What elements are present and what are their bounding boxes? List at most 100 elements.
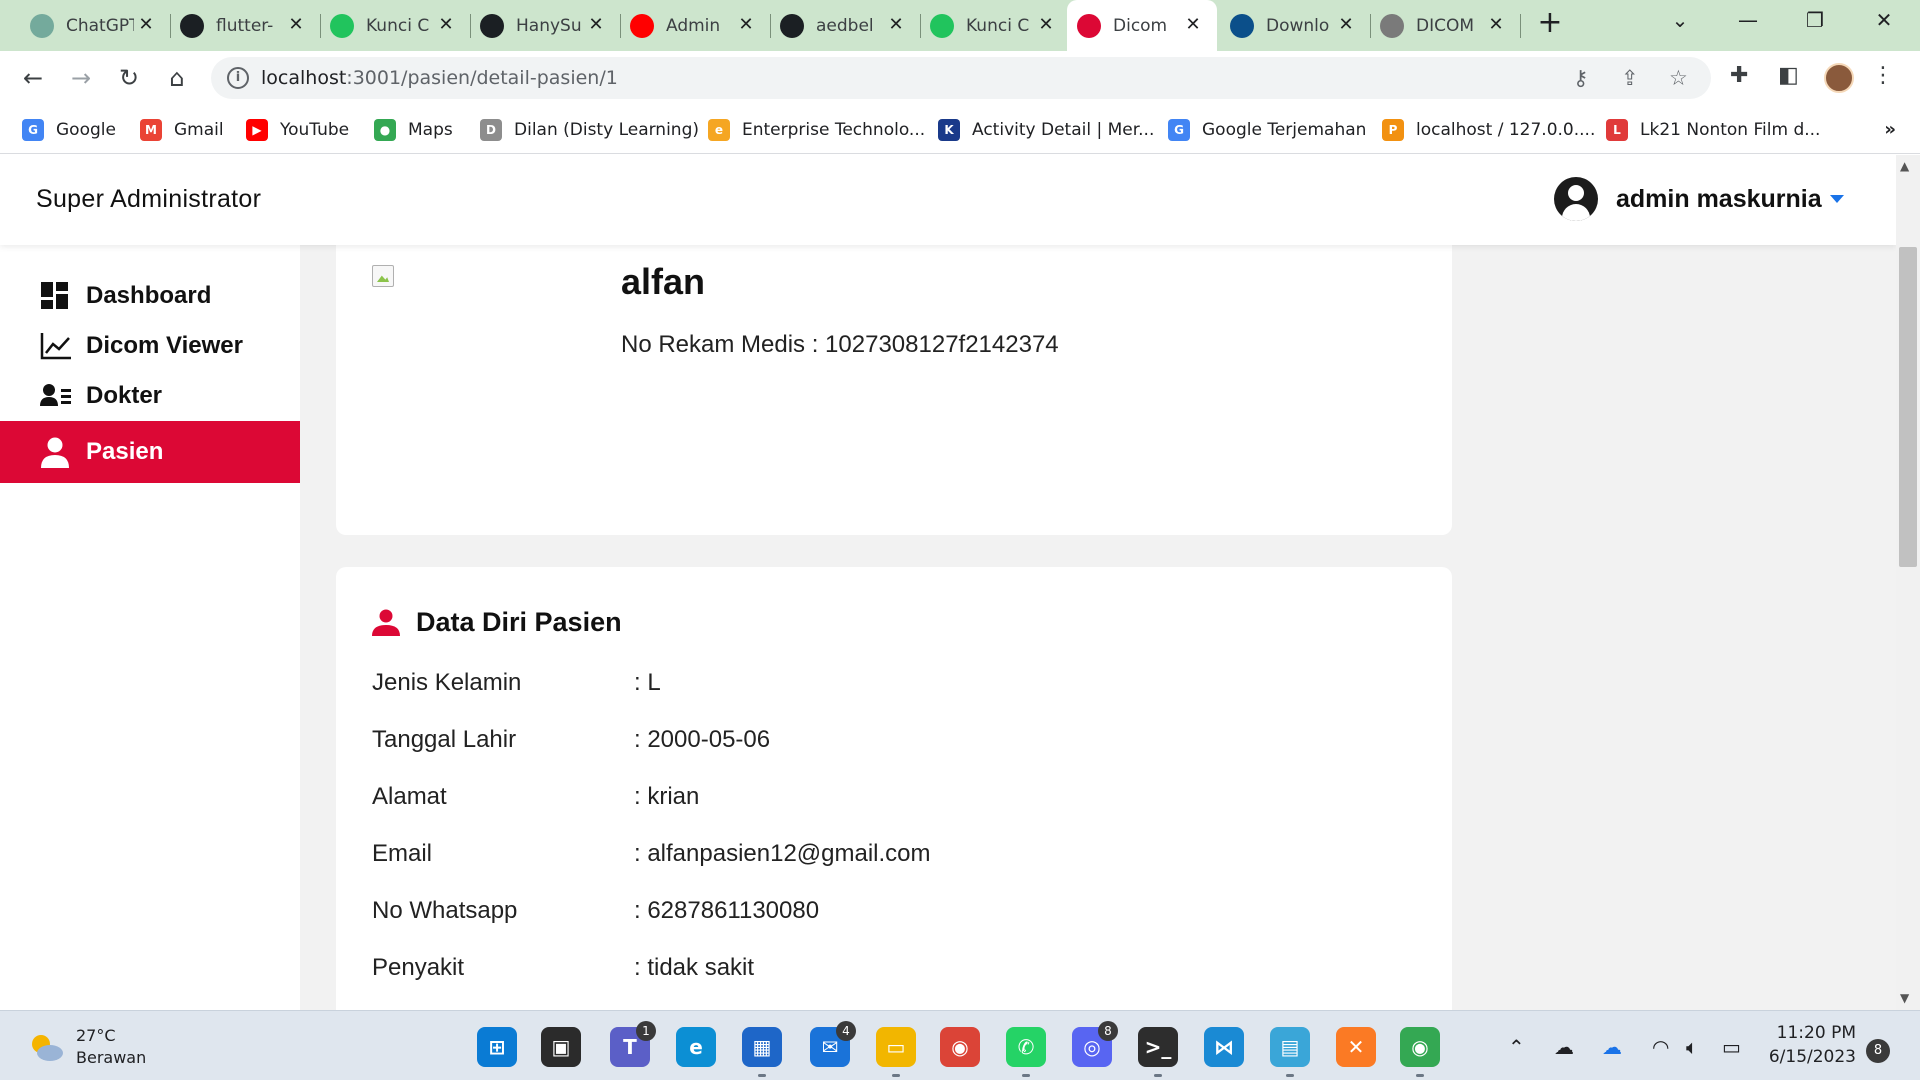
remote-desktop-app[interactable]: ▤ — [1270, 1027, 1310, 1077]
system-clock[interactable]: 11:20 PM 6/15/2023 — [1764, 1021, 1856, 1069]
browser-tab[interactable]: DICOM ✕ — [1370, 0, 1521, 51]
xampp-app[interactable]: ✕ — [1336, 1027, 1376, 1067]
user-menu[interactable]: admin maskurnia — [1554, 177, 1844, 221]
reload-icon[interactable]: ↻ — [112, 61, 146, 95]
lk21-icon: L — [1606, 119, 1628, 141]
close-tab-icon[interactable]: ✕ — [436, 14, 456, 35]
running-indicator — [1022, 1074, 1030, 1077]
page-scrollbar[interactable]: ▲ ▼ — [1896, 155, 1920, 1010]
profile-avatar[interactable] — [1824, 63, 1854, 93]
share-icon[interactable]: ⇪ — [1621, 66, 1639, 90]
bookmark-item[interactable]: D Dilan (Disty Learning) — [480, 117, 699, 143]
password-key-icon[interactable]: ⚷ — [1573, 66, 1588, 90]
mail-app[interactable]: ✉ 4 — [810, 1021, 856, 1067]
bookmark-item[interactable]: G Google — [22, 117, 116, 143]
file-explorer-app[interactable]: ▭ — [876, 1027, 916, 1077]
side-panel-icon[interactable]: ◧ — [1778, 63, 1799, 88]
bookmark-star-icon[interactable]: ☆ — [1669, 66, 1688, 90]
browser-tab[interactable]: Downlo ✕ — [1220, 0, 1371, 51]
vscode-app[interactable]: ⋈ — [1204, 1027, 1244, 1067]
bookmarks-more-button[interactable]: » — [1884, 119, 1896, 140]
bookmark-label: YouTube — [280, 120, 350, 140]
wifi-icon[interactable]: ◠ — [1652, 1035, 1669, 1059]
battery-icon[interactable]: ▭ — [1722, 1035, 1741, 1059]
weather-widget[interactable]: 27°C Berawan — [28, 1025, 146, 1069]
close-window-button[interactable]: ✕ — [1866, 8, 1902, 38]
browser-tab[interactable]: flutter- ✕ — [170, 0, 321, 51]
edge-app[interactable]: e — [676, 1027, 716, 1067]
browser-tab[interactable]: Dicom ✕ — [1067, 0, 1217, 51]
browser-tab[interactable]: Admin ✕ — [620, 0, 771, 51]
restore-button[interactable]: ❐ — [1797, 8, 1833, 38]
discord-app[interactable]: ◎ 8 — [1072, 1021, 1118, 1067]
close-tab-icon[interactable]: ✕ — [1486, 14, 1506, 35]
bookmark-label: Enterprise Technolo... — [742, 120, 926, 140]
minimize-button[interactable]: — — [1730, 8, 1766, 38]
tab-title: Kunci C — [966, 15, 1030, 36]
teams-app-icon: T — [623, 1035, 637, 1059]
patient-data-card: Data Diri Pasien Jenis Kelamin: L Tanggal… — [336, 567, 1452, 1010]
scrollbar-thumb[interactable] — [1899, 247, 1917, 567]
sidebar-item-label: Dicom Viewer — [86, 332, 243, 359]
bookmark-item[interactable]: K Activity Detail | Mer... — [938, 117, 1154, 143]
browser-tab[interactable]: HanySu ✕ — [470, 0, 621, 51]
scroll-down-arrow-icon[interactable]: ▼ — [1900, 991, 1909, 1005]
onedrive-icon[interactable]: ☁ — [1602, 1035, 1622, 1059]
home-icon[interactable]: ⌂ — [160, 61, 194, 95]
bookmark-item[interactable]: M Gmail — [140, 117, 224, 143]
scroll-up-arrow-icon[interactable]: ▲ — [1900, 159, 1909, 173]
browser-tab[interactable]: ChatGPT ✕ — [20, 0, 171, 51]
notification-badge[interactable]: 8 — [1866, 1039, 1890, 1063]
forward-arrow-icon[interactable]: → — [64, 61, 98, 95]
teams-app[interactable]: T1 — [610, 1021, 656, 1067]
chrome-menu-icon[interactable]: ⋮ — [1872, 63, 1894, 88]
store-app[interactable]: ▦ — [742, 1027, 782, 1077]
site-info-icon[interactable]: i — [227, 67, 249, 89]
close-tab-icon[interactable]: ✕ — [136, 14, 156, 35]
browser-tab[interactable]: aedbel ✕ — [770, 0, 921, 51]
tab-title: Admin — [666, 15, 721, 36]
weather-condition: Berawan — [76, 1048, 147, 1067]
close-tab-icon[interactable]: ✕ — [736, 14, 756, 35]
close-tab-icon[interactable]: ✕ — [586, 14, 606, 35]
close-tab-icon[interactable]: ✕ — [886, 14, 906, 35]
copyleaks-icon — [330, 13, 354, 38]
youtube-icon: ▶ — [246, 119, 268, 141]
whatsapp-app[interactable]: ✆ — [1006, 1027, 1046, 1077]
chrome-app[interactable]: ◉ — [940, 1027, 980, 1067]
bookmark-item[interactable]: G Google Terjemahan — [1168, 117, 1366, 143]
browser-tab[interactable]: Kunci C ✕ — [320, 0, 471, 51]
close-tab-icon[interactable]: ✕ — [1183, 14, 1203, 35]
tab-title: Dicom — [1113, 15, 1168, 36]
back-arrow-icon[interactable]: ← — [16, 61, 50, 95]
close-tab-icon[interactable]: ✕ — [1036, 14, 1056, 35]
dilan-icon: D — [480, 119, 502, 141]
new-tab-button[interactable]: + — [1535, 8, 1565, 42]
onedrive-sync-icon[interactable]: ☁ — [1554, 1035, 1574, 1059]
chrome-profile-app[interactable]: ◉ — [1400, 1027, 1440, 1077]
extensions-puzzle-icon[interactable]: ✚ — [1730, 63, 1748, 88]
volume-icon[interactable]: 🔈︎ — [1686, 1035, 1698, 1059]
bookmark-item[interactable]: ● Maps — [374, 117, 453, 143]
sidebar: Dashboard Dicom Viewer Dokter Pasien — [0, 245, 300, 1010]
dashboard-icon — [40, 281, 70, 311]
address-bar[interactable]: i localhost:3001/pasien/detail-pasien/1 … — [211, 57, 1711, 99]
bookmark-label: Lk21 Nonton Film d... — [1640, 120, 1821, 140]
start-button[interactable]: ⊞ — [477, 1027, 517, 1067]
task-view-button-icon: ▣ — [551, 1035, 571, 1059]
tab-title: Downlo — [1266, 15, 1330, 36]
close-tab-icon[interactable]: ✕ — [286, 14, 306, 35]
task-view-button[interactable]: ▣ — [541, 1027, 581, 1067]
bookmark-item[interactable]: ▶ YouTube — [246, 117, 349, 143]
field-label: Tanggal Lahir — [372, 726, 517, 753]
tray-chevron-up-icon[interactable]: ⌃ — [1508, 1035, 1525, 1059]
bookmark-item[interactable]: Plocalhost / 127.0.0.... — [1382, 117, 1595, 143]
terminal-app[interactable]: >_ — [1138, 1027, 1178, 1077]
close-tab-icon[interactable]: ✕ — [1336, 14, 1356, 35]
sidebar-item-dokter[interactable]: Dokter — [0, 365, 300, 427]
sidebar-item-pasien[interactable]: Pasien — [0, 421, 300, 483]
bookmark-item[interactable]: L Lk21 Nonton Film d... — [1606, 117, 1820, 143]
browser-tab[interactable]: Kunci C ✕ — [920, 0, 1070, 51]
tab-search-icon[interactable]: ⌄ — [1662, 8, 1698, 38]
bookmark-item[interactable]: e Enterprise Technolo... — [708, 117, 925, 143]
